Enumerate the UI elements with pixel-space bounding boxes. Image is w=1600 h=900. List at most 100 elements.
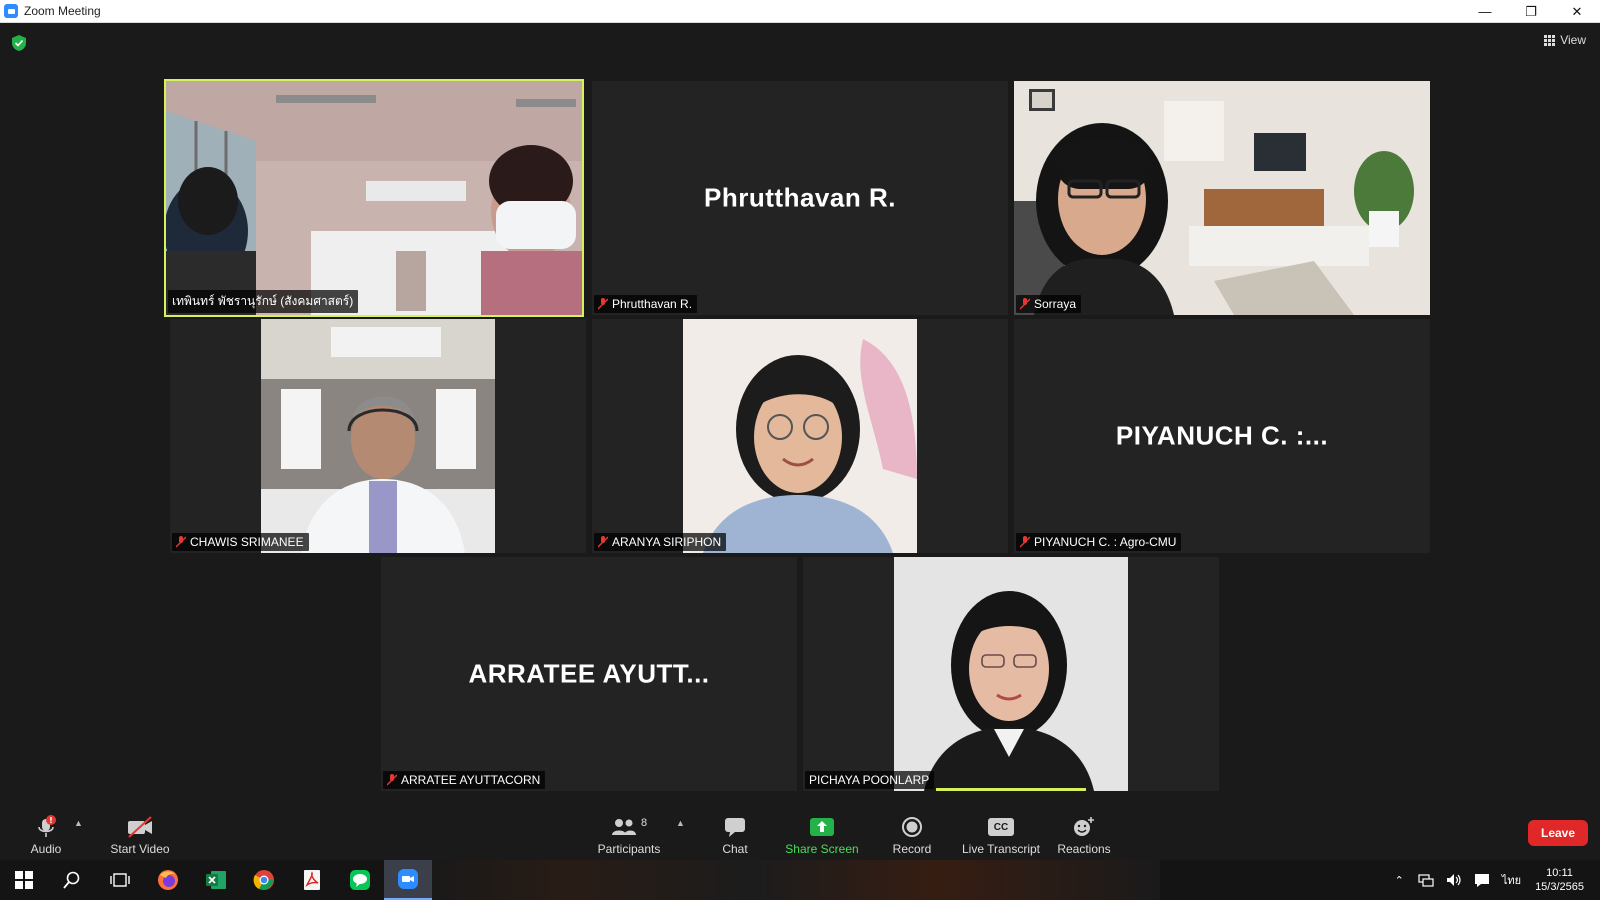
participant-tile[interactable]: ARANYA SIRIPHON — [592, 319, 1008, 553]
participant-tile[interactable]: เทพินทร์ พัชรานุรักษ์ (สังคมศาสตร์) — [164, 79, 584, 317]
closed-caption-icon: CC — [988, 818, 1014, 836]
muted-mic-icon — [387, 774, 397, 786]
audio-label: Audio — [30, 842, 62, 856]
meeting-stage: View เทพินทร์ พัชรานุรักษ์ (สังคมศาสตร์)… — [0, 23, 1600, 810]
taskbar-clock[interactable]: 10:11 15/3/2565 — [1535, 866, 1584, 894]
participant-name-label: PIYANUCH C. : Agro-CMU — [1016, 533, 1182, 551]
excel-icon — [206, 871, 226, 889]
windows-start-button[interactable] — [0, 860, 48, 900]
participant-name-label: Sorraya — [1016, 295, 1082, 313]
participant-display-name: ARRATEE AYUTT... — [468, 658, 710, 689]
close-button[interactable]: ✕ — [1554, 0, 1600, 23]
participant-tile[interactable]: PICHAYA POONLARP — [803, 557, 1219, 791]
participants-button[interactable]: 8 Participants — [594, 810, 664, 860]
video-off-icon — [128, 816, 152, 838]
audio-button[interactable]: ! Audio — [22, 810, 70, 860]
speaking-indicator — [936, 788, 1086, 791]
participant-tile[interactable]: ARRATEE AYUTT... ARRATEE AYUTTACORN — [381, 557, 797, 791]
muted-mic-icon — [598, 536, 608, 548]
share-screen-label: Share Screen — [785, 842, 859, 856]
chat-button[interactable]: Chat — [711, 810, 759, 860]
taskbar-search-button[interactable] — [48, 860, 96, 900]
minimize-button[interactable]: — — [1462, 0, 1508, 23]
audio-options-caret-icon[interactable]: ▲ — [74, 818, 83, 828]
chat-icon — [725, 818, 745, 837]
leave-button[interactable]: Leave — [1528, 820, 1588, 846]
record-icon — [902, 817, 922, 837]
participant-name-label: เทพินทร์ พัชรานุรักษ์ (สังคมศาสตร์) — [168, 290, 359, 313]
participant-display-name: PIYANUCH C. :... — [1115, 420, 1329, 451]
notification-icon[interactable] — [1474, 873, 1490, 887]
taskbar-line[interactable] — [336, 860, 384, 900]
firefox-icon — [158, 870, 178, 890]
participants-icon — [611, 819, 636, 835]
zoom-icon — [398, 869, 418, 889]
windows-logo-icon — [15, 871, 33, 889]
clock-date: 15/3/2565 — [1535, 881, 1584, 893]
participant-tile[interactable]: Sorraya — [1014, 81, 1430, 315]
network-icon[interactable] — [1418, 873, 1434, 887]
live-transcript-button[interactable]: CC Live Transcript — [958, 810, 1044, 860]
participant-name-label: CHAWIS SRIMANEE — [172, 533, 309, 551]
participant-name-label: ARRATEE AYUTTACORN — [383, 771, 546, 789]
participant-video — [1014, 81, 1430, 315]
participants-options-caret-icon[interactable]: ▲ — [676, 818, 685, 828]
taskbar-acrobat[interactable] — [288, 860, 336, 900]
windows-taskbar: ⌃ ไทย 10:11 15/3/2565 — [0, 860, 1600, 900]
show-hidden-icons-icon[interactable]: ⌃ — [1395, 874, 1404, 887]
participants-count: 8 — [640, 817, 648, 829]
participants-label: Participants — [597, 842, 661, 856]
muted-mic-icon — [176, 536, 186, 548]
audio-warning-badge: ! — [49, 816, 53, 825]
participant-video — [261, 319, 495, 553]
search-icon — [63, 871, 80, 889]
participant-name-label: ARANYA SIRIPHON — [594, 533, 727, 551]
participant-tile[interactable]: PIYANUCH C. :... PIYANUCH C. : Agro-CMU — [1014, 319, 1430, 553]
system-tray: ⌃ ไทย 10:11 15/3/2565 — [1387, 860, 1600, 900]
wallpaper-strip — [420, 860, 1160, 900]
record-label: Record — [892, 842, 932, 856]
view-button[interactable]: View — [1544, 33, 1586, 47]
grid-view-icon — [1544, 34, 1556, 46]
share-screen-icon — [810, 818, 834, 836]
chat-label: Chat — [722, 842, 748, 856]
participant-tile[interactable]: Phrutthavan R. Phrutthavan R. — [592, 81, 1008, 315]
input-language[interactable]: ไทย — [1502, 871, 1521, 889]
reactions-icon — [1074, 817, 1094, 836]
window-title: Zoom Meeting — [24, 4, 101, 18]
meeting-toolbar: ! Audio ▲ Start Video 8 Participants ▲ C… — [0, 810, 1600, 860]
muted-mic-icon — [1020, 298, 1030, 310]
muted-mic-icon — [598, 298, 608, 310]
participant-name-label: PICHAYA POONLARP — [805, 771, 935, 789]
task-view-icon — [110, 873, 130, 887]
zoom-app-icon — [4, 4, 18, 18]
acrobat-icon — [304, 870, 320, 890]
participant-tile[interactable]: CHAWIS SRIMANEE — [170, 319, 586, 553]
start-video-label: Start Video — [110, 842, 170, 856]
reactions-label: Reactions — [1057, 842, 1111, 856]
taskbar-chrome[interactable] — [240, 860, 288, 900]
task-view-button[interactable] — [96, 860, 144, 900]
microphone-icon: ! — [38, 815, 56, 837]
volume-icon[interactable] — [1446, 873, 1462, 887]
participant-video — [683, 319, 917, 553]
window-titlebar: Zoom Meeting — ❐ ✕ — [0, 0, 1600, 23]
muted-mic-icon — [1020, 536, 1030, 548]
line-app-icon — [350, 870, 370, 890]
taskbar-firefox[interactable] — [144, 860, 192, 900]
restore-button[interactable]: ❐ — [1508, 0, 1554, 23]
clock-time: 10:11 — [1546, 867, 1573, 879]
taskbar-zoom[interactable] — [384, 860, 432, 900]
taskbar-excel[interactable] — [192, 860, 240, 900]
live-transcript-label: Live Transcript — [961, 842, 1041, 856]
reactions-button[interactable]: Reactions — [1056, 810, 1112, 860]
start-video-button[interactable]: Start Video — [104, 810, 176, 860]
chrome-icon — [253, 870, 274, 890]
participant-display-name: Phrutthavan R. — [704, 182, 896, 213]
record-button[interactable]: Record — [886, 810, 938, 860]
share-screen-button[interactable]: Share Screen — [784, 810, 860, 860]
participant-video — [894, 557, 1128, 791]
security-shield-icon[interactable] — [12, 35, 26, 51]
view-label: View — [1560, 33, 1586, 47]
participant-video — [166, 81, 582, 315]
